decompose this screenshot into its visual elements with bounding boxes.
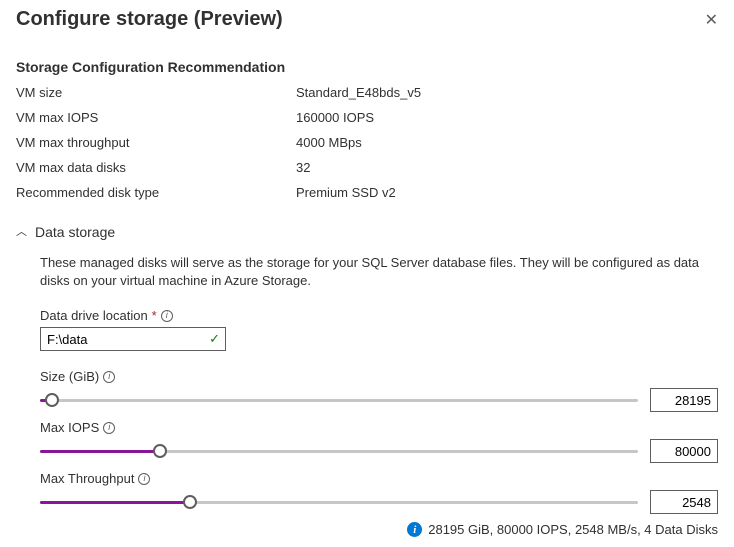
drive-location-input[interactable] <box>40 327 226 351</box>
kv-value: 32 <box>296 160 310 175</box>
data-storage-expander[interactable]: ︿ Data storage <box>16 224 718 240</box>
data-storage-description: These managed disks will serve as the st… <box>40 254 718 290</box>
drive-location-label: Data drive location <box>40 308 148 323</box>
kv-label: VM size <box>16 85 296 100</box>
recommendation-table: VM size Standard_E48bds_v5 VM max IOPS 1… <box>16 85 718 200</box>
throughput-value-input[interactable] <box>650 490 718 514</box>
close-icon[interactable]: ✕ <box>705 10 718 30</box>
chevron-up-icon: ︿ <box>16 223 27 239</box>
slider-thumb[interactable] <box>153 444 167 458</box>
info-icon[interactable]: i <box>161 310 173 322</box>
kv-label: Recommended disk type <box>16 185 296 200</box>
table-row: VM max data disks 32 <box>16 160 718 175</box>
checkmark-icon: ✓ <box>209 331 220 347</box>
slider-fill <box>40 501 190 504</box>
throughput-slider[interactable] <box>40 494 638 510</box>
slider-fill <box>40 450 160 453</box>
kv-value: Standard_E48bds_v5 <box>296 85 421 100</box>
size-slider[interactable] <box>40 392 638 408</box>
info-icon: i <box>407 522 422 537</box>
kv-label: VM max data disks <box>16 160 296 175</box>
info-icon[interactable]: i <box>138 473 150 485</box>
table-row: Recommended disk type Premium SSD v2 <box>16 185 718 200</box>
required-indicator: * <box>152 308 157 323</box>
info-icon[interactable]: i <box>103 371 115 383</box>
iops-label: Max IOPS <box>40 420 99 435</box>
info-icon[interactable]: i <box>103 422 115 434</box>
size-label: Size (GiB) <box>40 369 99 384</box>
table-row: VM size Standard_E48bds_v5 <box>16 85 718 100</box>
kv-value: 160000 IOPS <box>296 110 374 125</box>
iops-slider[interactable] <box>40 443 638 459</box>
iops-value-input[interactable] <box>650 439 718 463</box>
slider-thumb[interactable] <box>183 495 197 509</box>
page-title: Configure storage (Preview) <box>16 8 283 31</box>
size-value-input[interactable] <box>650 388 718 412</box>
slider-track <box>40 399 638 402</box>
data-storage-title: Data storage <box>35 224 115 240</box>
kv-label: VM max throughput <box>16 135 296 150</box>
recommendation-heading: Storage Configuration Recommendation <box>16 59 718 75</box>
kv-label: VM max IOPS <box>16 110 296 125</box>
slider-thumb[interactable] <box>45 393 59 407</box>
throughput-label: Max Throughput <box>40 471 134 486</box>
kv-value: 4000 MBps <box>296 135 362 150</box>
table-row: VM max throughput 4000 MBps <box>16 135 718 150</box>
table-row: VM max IOPS 160000 IOPS <box>16 110 718 125</box>
kv-value: Premium SSD v2 <box>296 185 396 200</box>
storage-summary: 28195 GiB, 80000 IOPS, 2548 MB/s, 4 Data… <box>428 522 718 537</box>
